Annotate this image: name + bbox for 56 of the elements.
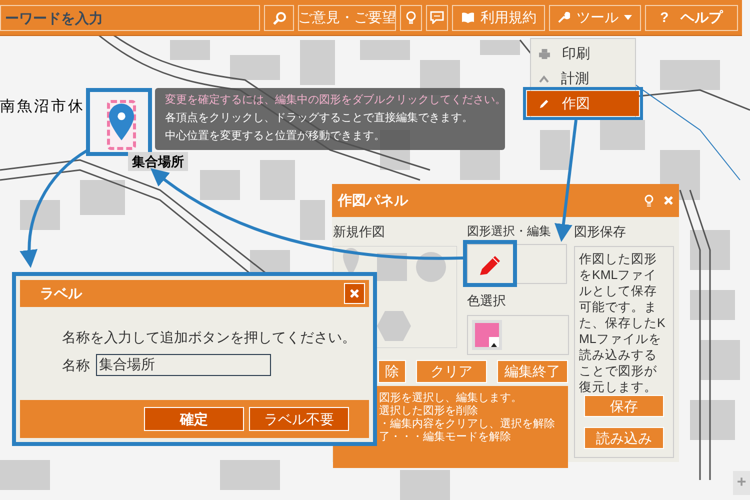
section-heading: 図形選択・編集 <box>467 223 551 240</box>
lightbulb-icon[interactable] <box>644 194 654 207</box>
menu-item[interactable]: 印刷 <box>531 41 635 66</box>
terms-button[interactable]: 利用規約 <box>452 4 546 30</box>
menu-item[interactable]: 計測 <box>531 66 635 91</box>
dialog-message: 名称を入力して追加ボタンを押してください。 <box>62 328 357 347</box>
tooltip-line: 各頂点をクリックし、ドラッグすることで直接編集できます。 <box>165 110 474 126</box>
menu-item[interactable]: 作図 <box>527 91 639 116</box>
wrench-icon <box>557 11 570 24</box>
save-button[interactable]: 保存 <box>584 394 664 416</box>
edit-action-button[interactable]: クリア <box>416 360 487 382</box>
lightbulb-button[interactable] <box>400 4 422 30</box>
color-swatch[interactable] <box>472 320 502 350</box>
section-heading: 図形保存 <box>574 223 627 241</box>
search-field[interactable]: ーワードを入力 <box>0 4 260 30</box>
help-line: ・編集内容をクリアし、選択を解除 <box>379 418 555 430</box>
confirm-button[interactable]: 確定 <box>144 407 244 431</box>
comment-button[interactable] <box>426 4 448 30</box>
help-button[interactable]: ? ヘルプ <box>644 4 738 30</box>
save-description: 作図した図形をKMLファイルとして保存可能です。また、保存したKMLファイルを読み込みすることで図形が復元します。 <box>579 250 666 394</box>
caret-icon <box>491 342 497 346</box>
printer-icon <box>539 48 550 58</box>
tooltip-line: 中心位置を変更すると位置が移動できます。 <box>165 128 386 144</box>
marker-label: 集合場所 <box>128 152 188 171</box>
close-button[interactable] <box>344 283 365 304</box>
help-line: 了・・・編集モードを解除 <box>379 430 511 444</box>
chevron-up-icon <box>539 74 549 82</box>
edit-action-button[interactable]: 編集終了 <box>497 360 568 382</box>
caret-icon <box>624 15 632 20</box>
highlight-frame <box>463 240 517 287</box>
pencil-icon <box>478 253 502 277</box>
zoom-in-button[interactable]: + <box>733 471 750 495</box>
help-line: 図形を選択し、編集します。 <box>379 392 522 404</box>
map-pin-icon[interactable] <box>108 103 135 141</box>
map-label: 南魚沼市休 <box>0 97 85 117</box>
color-picker-box[interactable] <box>467 314 569 354</box>
name-input-field[interactable]: 集合場所 <box>96 354 271 376</box>
lightbulb-icon <box>404 10 417 24</box>
section-heading: 新規作図 <box>333 223 386 241</box>
panel-title: 作図パネル <box>338 191 410 210</box>
close-icon <box>350 289 359 298</box>
search-icon <box>272 10 286 24</box>
help-line: 選択した図形を削除 <box>379 404 478 418</box>
tools-menu-button[interactable]: ツール <box>549 4 641 30</box>
dialog-title: ラベル <box>40 284 82 303</box>
edit-action-button[interactable]: 除 <box>378 360 406 382</box>
speech-bubble-icon <box>430 11 444 24</box>
tooltip-line: 変更を確定するには、編集中の図形をダブルクリックしてください。 <box>165 92 505 108</box>
search-button[interactable] <box>264 4 294 30</box>
section-heading: 色選択 <box>467 292 507 310</box>
book-icon <box>460 11 475 24</box>
no-label-button[interactable]: ラベル不要 <box>249 407 349 431</box>
pencil-icon <box>539 98 550 109</box>
save-button[interactable]: 読み込み <box>584 426 664 448</box>
close-icon[interactable] <box>664 196 673 205</box>
field-label: 名称 <box>62 356 90 374</box>
